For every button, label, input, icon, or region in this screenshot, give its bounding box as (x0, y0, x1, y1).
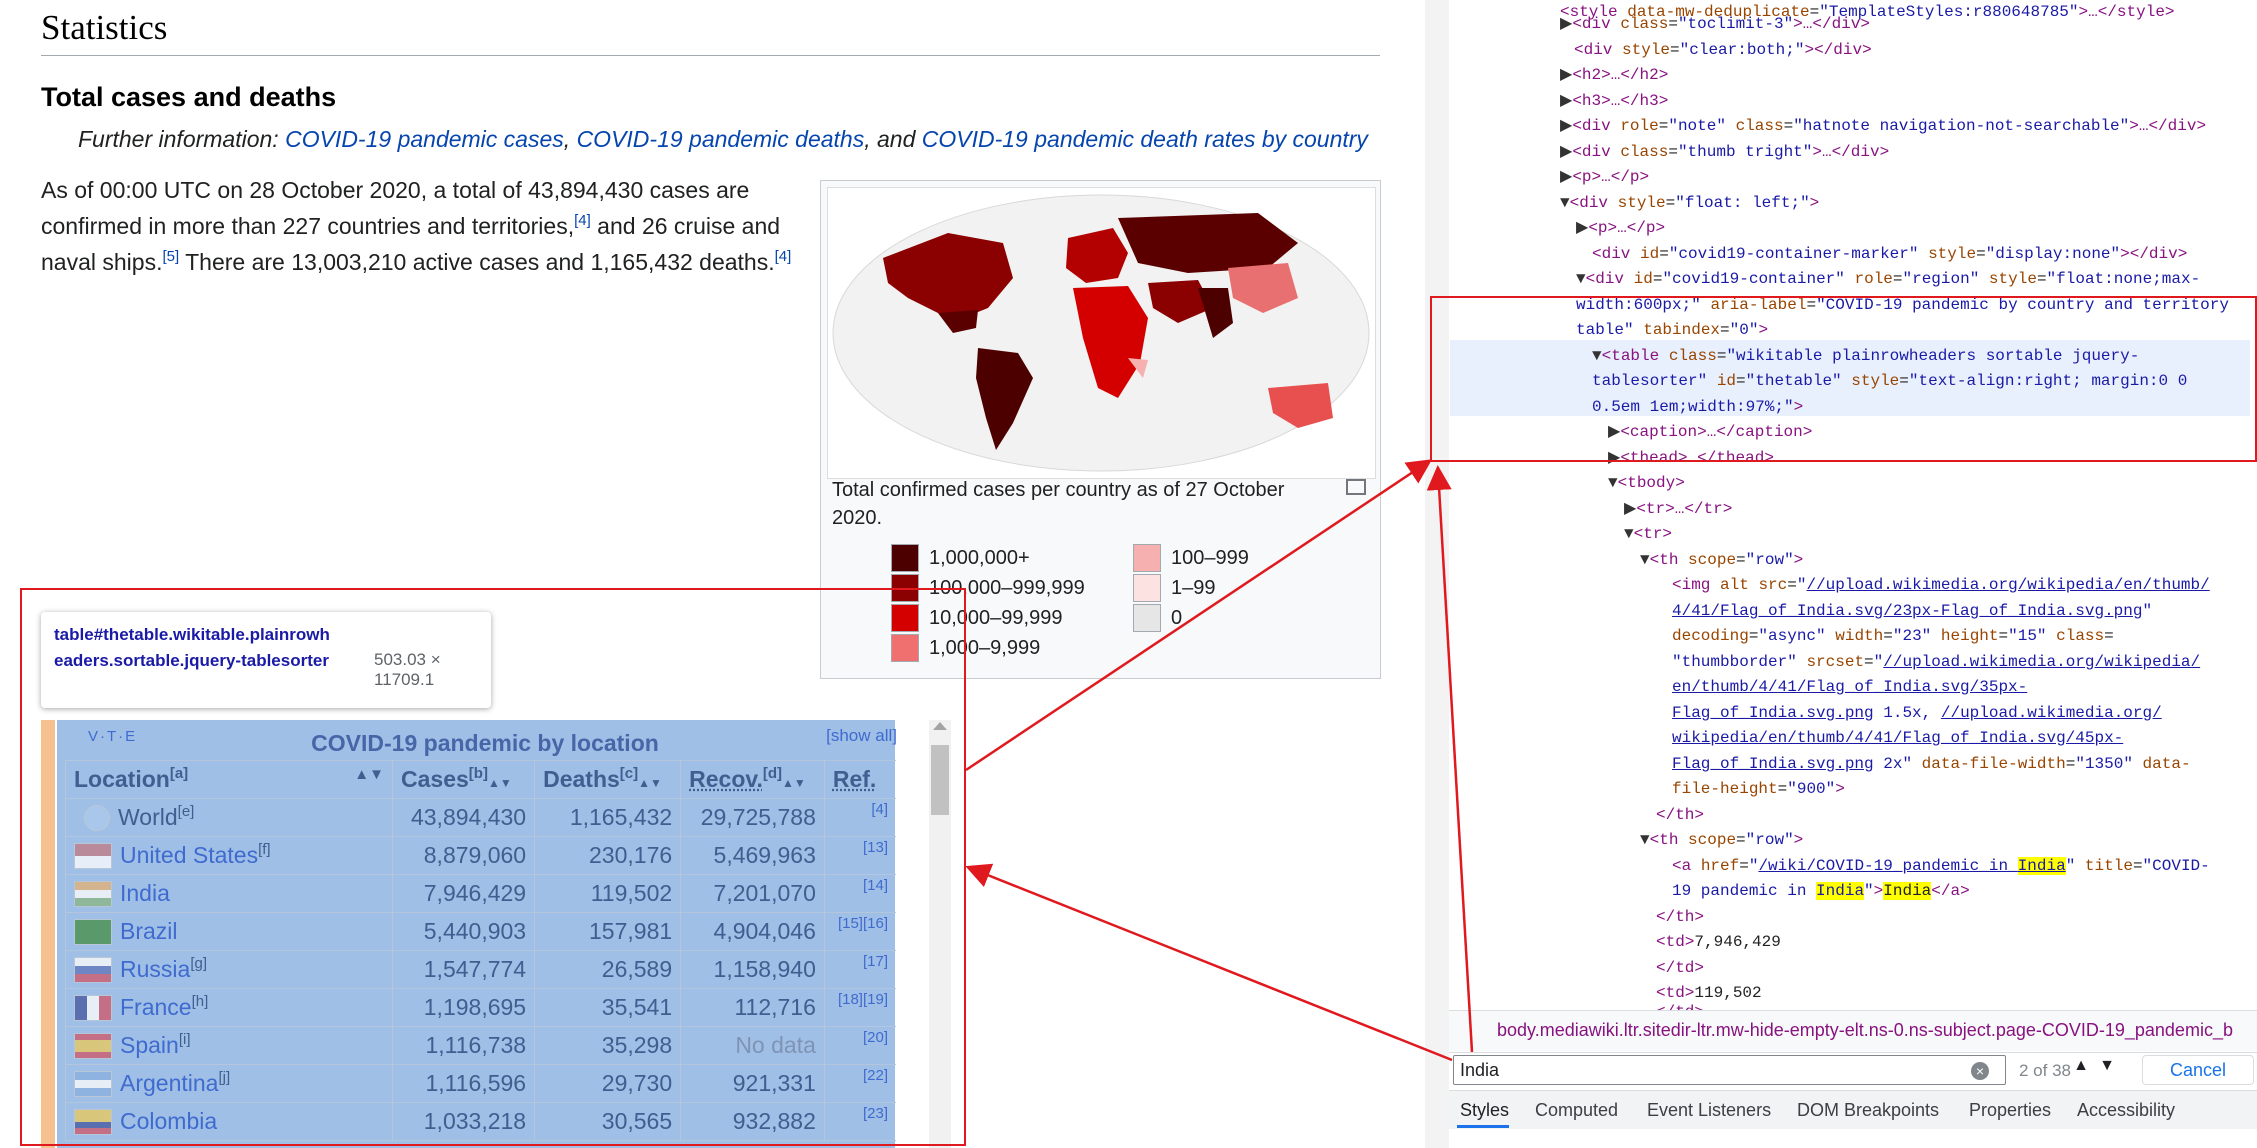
arrow-search-to-table (970, 868, 1452, 1060)
annotation-arrows (0, 0, 2257, 1148)
arrow-table-to-dom (966, 462, 1428, 770)
arrow-search-to-dom (1438, 470, 1472, 1052)
